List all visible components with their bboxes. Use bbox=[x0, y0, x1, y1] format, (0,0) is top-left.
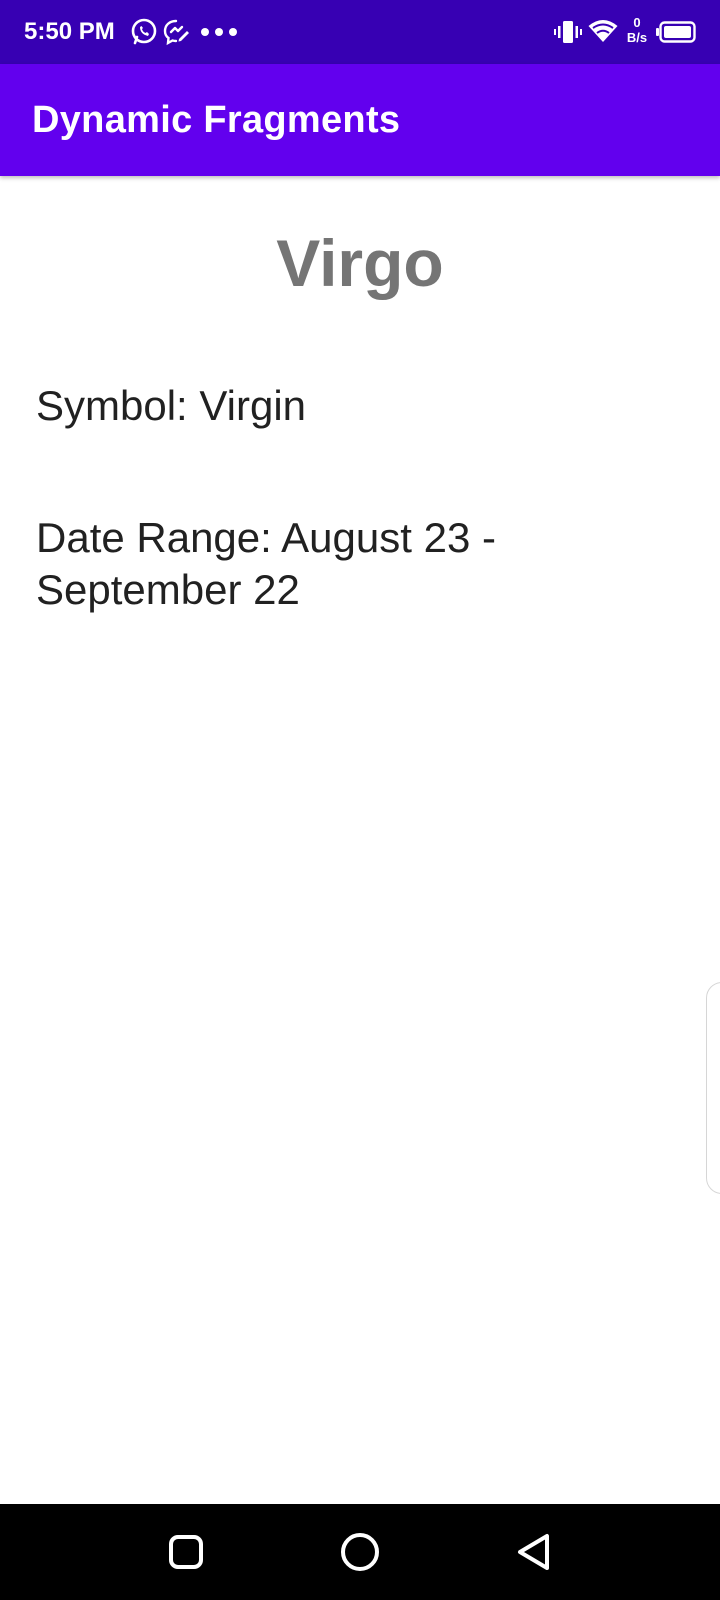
net-speed-unit: B/s bbox=[626, 30, 648, 45]
status-bar: 5:50 PM 0 B/s bbox=[0, 0, 720, 64]
screen: 5:50 PM 0 B/s Dynamic Fragments Virgo Sy… bbox=[0, 0, 720, 1600]
messenger-icon bbox=[163, 19, 189, 46]
home-circle-icon[interactable] bbox=[336, 1528, 384, 1576]
status-time: 5:50 PM bbox=[24, 18, 115, 45]
zodiac-sign-title: Virgo bbox=[276, 226, 444, 300]
app-title: Dynamic Fragments bbox=[32, 99, 401, 141]
app-bar: Dynamic Fragments bbox=[0, 64, 720, 176]
more-dots-icon bbox=[201, 28, 237, 36]
net-speed-value: 0 bbox=[633, 15, 641, 30]
battery-icon bbox=[656, 21, 696, 43]
date-range-text: Date Range: August 23 - September 22 bbox=[36, 514, 496, 613]
recents-square-icon[interactable] bbox=[162, 1528, 210, 1576]
edge-panel-handle[interactable] bbox=[706, 982, 720, 1194]
whatsapp-icon bbox=[131, 18, 157, 45]
symbol-text: Symbol: Virgin bbox=[36, 382, 307, 429]
navigation-bar bbox=[0, 1504, 720, 1600]
wifi-icon bbox=[588, 20, 618, 42]
net-speed-indicator: 0 B/s bbox=[624, 15, 650, 45]
back-triangle-icon[interactable] bbox=[510, 1528, 558, 1576]
vibrate-icon bbox=[554, 21, 582, 43]
